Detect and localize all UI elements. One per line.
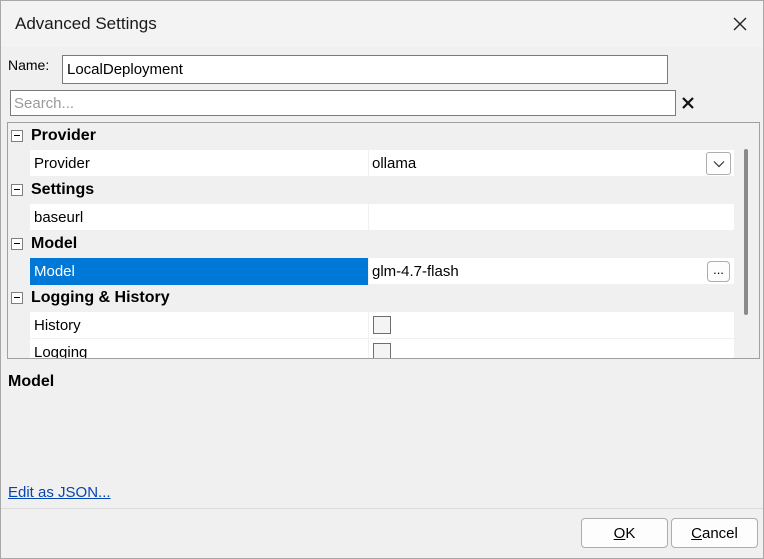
category-label: Model <box>31 235 78 252</box>
dialog-title: Advanced Settings <box>15 14 157 33</box>
button-bar: OK Cancel <box>1 508 763 558</box>
name-label: Name: <box>8 57 50 73</box>
logging-checkbox[interactable] <box>373 343 391 358</box>
property-name: Model <box>30 258 369 285</box>
collapse-icon[interactable] <box>11 130 23 142</box>
category-label: Settings <box>31 181 95 198</box>
edit-as-json-link[interactable]: Edit as JSON... <box>8 484 111 501</box>
row-gutter <box>8 204 30 231</box>
vertical-scrollbar[interactable] <box>734 123 759 358</box>
clear-search-icon[interactable] <box>680 95 696 111</box>
property-row-history[interactable]: History <box>8 312 734 339</box>
close-button[interactable] <box>717 1 763 47</box>
property-name: Logging <box>30 339 369 358</box>
name-input[interactable] <box>62 55 668 84</box>
property-value[interactable]: glm-4.7-flash <box>369 258 734 285</box>
property-value-cell <box>369 312 734 339</box>
scrollbar-thumb[interactable] <box>744 149 748 315</box>
row-gutter <box>8 150 30 177</box>
row-gutter <box>8 312 30 339</box>
property-name: baseurl <box>30 204 369 231</box>
cancel-button[interactable]: Cancel <box>671 518 758 548</box>
property-row-baseurl[interactable]: baseurl <box>8 204 734 231</box>
search-input[interactable] <box>10 90 676 116</box>
property-value[interactable] <box>369 204 734 231</box>
property-grid: Provider Provider ollama Settings baseur… <box>7 122 760 359</box>
property-row-provider[interactable]: Provider ollama <box>8 150 734 177</box>
category-label: Provider <box>31 127 96 144</box>
category-label: Logging & History <box>31 289 170 306</box>
category-logging-history[interactable]: Logging & History <box>8 285 734 312</box>
title-bar: Advanced Settings <box>1 1 763 47</box>
history-checkbox[interactable] <box>373 316 391 334</box>
collapse-icon[interactable] <box>11 184 23 196</box>
category-model[interactable]: Model <box>8 231 734 258</box>
close-icon <box>733 17 747 31</box>
ok-button-label: OK <box>613 524 636 542</box>
property-name: History <box>30 312 369 339</box>
cancel-button-label: Cancel <box>691 524 738 542</box>
chevron-down-icon <box>713 160 724 167</box>
property-row-logging[interactable]: Logging <box>8 339 734 358</box>
ok-button[interactable]: OK <box>581 518 668 548</box>
category-provider[interactable]: Provider <box>8 123 734 150</box>
collapse-icon[interactable] <box>11 238 23 250</box>
model-ellipsis-button[interactable]: ... <box>707 261 730 282</box>
description-title: Model <box>8 373 55 390</box>
provider-dropdown-button[interactable] <box>706 152 731 175</box>
property-name: Provider <box>30 150 369 177</box>
property-row-model[interactable]: Model glm-4.7-flash ... <box>8 258 734 285</box>
row-gutter <box>8 339 30 358</box>
category-settings[interactable]: Settings <box>8 177 734 204</box>
row-gutter <box>8 258 30 285</box>
advanced-settings-dialog: Advanced Settings Name: Provider Provide… <box>0 0 764 559</box>
collapse-icon[interactable] <box>11 292 23 304</box>
property-value-cell <box>369 339 734 358</box>
property-value[interactable]: ollama <box>369 150 734 177</box>
